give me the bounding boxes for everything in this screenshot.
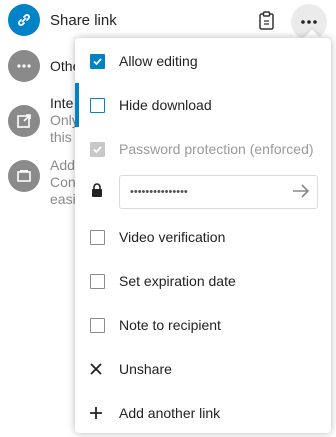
password-protection-item: Password protection (enforced)	[75, 127, 331, 171]
note-item[interactable]: Note to recipient	[75, 303, 331, 347]
other-share-row[interactable]: Othe	[8, 50, 80, 82]
clipboard-icon[interactable]	[258, 11, 278, 31]
row-subtitle: Con	[50, 174, 76, 190]
note-label: Note to recipient	[119, 317, 221, 333]
add-another-link-label: Add another link	[119, 405, 221, 421]
link-icon	[8, 4, 40, 36]
unshare-label: Unshare	[119, 361, 172, 377]
close-icon	[90, 363, 102, 375]
more-icon	[301, 20, 317, 24]
popover-arrow	[303, 29, 321, 38]
share-link-label: Share link	[50, 12, 117, 29]
hide-download-item[interactable]: Hide download	[75, 83, 331, 127]
external-icon	[8, 105, 40, 137]
share-options-menu: Allow editing Hide download Password pro…	[75, 38, 331, 433]
hide-download-label: Hide download	[119, 97, 212, 113]
add-icon	[8, 160, 40, 192]
video-verification-item[interactable]: Video verification	[75, 215, 331, 259]
row-title: Add	[50, 157, 75, 173]
allow-editing-item[interactable]: Allow editing	[75, 39, 331, 83]
expiration-checkbox[interactable]	[90, 273, 105, 289]
ellipsis-icon	[8, 50, 40, 82]
internal-link-row[interactable]: Inte Only this	[8, 95, 79, 146]
expiration-label: Set expiration date	[119, 273, 236, 289]
add-to-project-row[interactable]: Add Con easi	[8, 157, 76, 208]
video-verification-label: Video verification	[119, 229, 226, 245]
hide-download-checkbox[interactable]	[90, 97, 105, 113]
allow-editing-checkbox[interactable]	[90, 53, 105, 69]
arrow-right-icon[interactable]	[292, 183, 310, 199]
password-protection-checkbox	[90, 141, 105, 157]
allow-editing-label: Allow editing	[119, 53, 198, 69]
password-input[interactable]: •••••••••••••••	[119, 175, 318, 209]
note-checkbox[interactable]	[90, 317, 105, 333]
share-link-row	[8, 4, 40, 36]
expiration-item[interactable]: Set expiration date	[75, 259, 331, 303]
lock-icon	[92, 183, 102, 197]
password-protection-label: Password protection (enforced)	[119, 141, 314, 157]
add-another-link-item[interactable]: Add another link	[75, 391, 331, 435]
video-verification-checkbox[interactable]	[90, 229, 105, 245]
unshare-item[interactable]: Unshare	[75, 347, 331, 391]
row-subtitle-2: easi	[50, 191, 76, 207]
plus-icon	[90, 407, 102, 419]
